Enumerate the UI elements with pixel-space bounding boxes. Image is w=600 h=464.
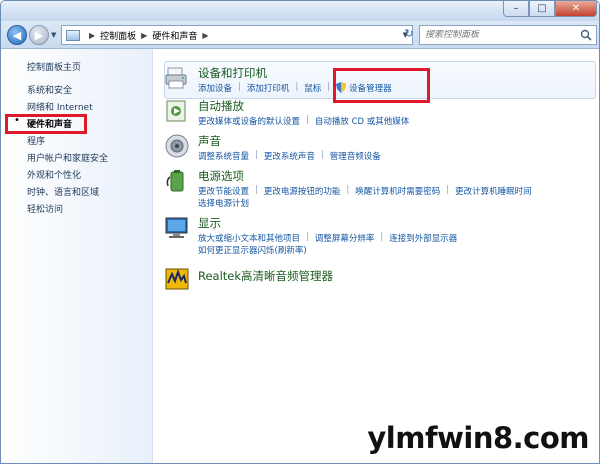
category-title[interactable]: 电源选项 <box>198 168 244 184</box>
window-buttons: – □ ✕ <box>503 1 597 17</box>
link-wake-password[interactable]: 唤醒计算机时需要密码 <box>355 185 440 197</box>
refresh-icon[interactable]: ↻ <box>401 27 417 43</box>
category-title[interactable]: 自动播放 <box>198 98 244 114</box>
watermark-text: ylmfwin8.com <box>367 421 589 455</box>
link-manage-audio[interactable]: 管理音频设备 <box>330 150 381 162</box>
sidebar-item-ease-of-access[interactable]: 轻松访问 <box>27 202 63 215</box>
highlight-box-sidebar <box>5 114 87 134</box>
category-title[interactable]: 声音 <box>198 133 221 149</box>
link-power-saving[interactable]: 更改节能设置 <box>198 185 249 197</box>
monitor-icon <box>165 217 188 238</box>
printer-icon <box>165 67 187 89</box>
main-content: 设备和打印机 添加设备 | 添加打印机 | 鼠标 | 设备管理器 自动播放 更改… <box>154 49 599 463</box>
link-refresh-rate[interactable]: 如何更正显示器闪烁(刷新率) <box>198 244 307 256</box>
link-change-sounds[interactable]: 更改系统声音 <box>264 150 315 162</box>
sidebar-item-network[interactable]: 网络和 Internet <box>27 100 93 113</box>
link-change-media-defaults[interactable]: 更改媒体或设备的默认设置 <box>198 115 300 127</box>
link-choose-power-plan[interactable]: 选择电源计划 <box>198 197 249 209</box>
control-panel-folder-icon <box>66 29 80 41</box>
control-panel-window: – □ ✕ ◀ ▶ ▼ ▶ 控制面板 ▶ 硬件和声音 ▶ ▼ ↻ 控制面板主页 … <box>0 0 600 464</box>
sidebar: 控制面板主页 系统和安全 网络和 Internet • 硬件和声音 程序 用户帐… <box>1 49 153 463</box>
search-icon[interactable] <box>580 29 592 41</box>
link-external-display[interactable]: 连接到外部显示器 <box>389 232 457 244</box>
link-screen-resolution[interactable]: 调整屏幕分辨率 <box>315 232 375 244</box>
category-links: 调整系统音量 | 更改系统声音 | 管理音频设备 <box>198 150 381 162</box>
search-box[interactable] <box>419 25 597 45</box>
breadcrumb-control-panel[interactable]: 控制面板 <box>100 29 136 42</box>
sidebar-item-home[interactable]: 控制面板主页 <box>27 60 81 73</box>
breadcrumb-separator-icon[interactable]: ▶ <box>89 31 95 40</box>
breadcrumb-separator-icon[interactable]: ▶ <box>141 31 147 40</box>
category-links: 更改媒体或设备的默认设置 | 自动播放 CD 或其他媒体 <box>198 115 410 127</box>
breadcrumb-hardware-sound[interactable]: 硬件和声音 <box>152 29 197 42</box>
link-add-printer[interactable]: 添加打印机 <box>247 82 290 94</box>
sidebar-item-appearance[interactable]: 外观和个性化 <box>27 168 81 181</box>
category-title[interactable]: 设备和打印机 <box>198 65 267 81</box>
link-sleep-time[interactable]: 更改计算机睡眠时间 <box>455 185 532 197</box>
link-zoom-text[interactable]: 放大或缩小文本和其他项目 <box>198 232 300 244</box>
sidebar-item-clock-region[interactable]: 时钟、语言和区域 <box>27 185 99 198</box>
category-title[interactable]: Realtek高清晰音频管理器 <box>198 268 333 284</box>
battery-icon <box>166 170 184 192</box>
autoplay-icon <box>166 100 186 122</box>
link-adjust-volume[interactable]: 调整系统音量 <box>198 150 249 162</box>
link-add-device[interactable]: 添加设备 <box>198 82 232 94</box>
sidebar-item-system-security[interactable]: 系统和安全 <box>27 83 72 96</box>
category-title[interactable]: 显示 <box>198 215 221 231</box>
recent-pages-dropdown-icon[interactable]: ▼ <box>51 31 56 39</box>
sidebar-item-programs[interactable]: 程序 <box>27 134 45 147</box>
search-input[interactable] <box>425 30 575 40</box>
maximize-button[interactable]: □ <box>529 1 555 17</box>
link-autoplay-cd[interactable]: 自动播放 CD 或其他媒体 <box>315 115 409 127</box>
category-links: 放大或缩小文本和其他项目 | 调整屏幕分辨率 | 连接到外部显示器 <box>198 232 458 244</box>
address-bar[interactable]: ▶ 控制面板 ▶ 硬件和声音 ▶ ▼ <box>61 25 413 45</box>
highlight-box-device-manager <box>333 68 430 103</box>
title-bar: – □ ✕ <box>1 1 599 21</box>
category-links: 更改节能设置 | 更改电源按钮的功能 | 唤醒计算机时需要密码 | 更改计算机睡… <box>198 185 532 197</box>
close-button[interactable]: ✕ <box>555 1 597 17</box>
link-mouse[interactable]: 鼠标 <box>304 82 321 94</box>
speaker-icon <box>165 134 189 158</box>
back-button[interactable]: ◀ <box>7 25 27 45</box>
navigation-bar: ◀ ▶ ▼ ▶ 控制面板 ▶ 硬件和声音 ▶ ▼ ↻ <box>1 21 599 49</box>
link-power-button[interactable]: 更改电源按钮的功能 <box>264 185 341 197</box>
realtek-audio-icon <box>165 268 189 290</box>
minimize-button[interactable]: – <box>503 1 529 17</box>
forward-button[interactable]: ▶ <box>29 25 49 45</box>
sidebar-item-user-accounts[interactable]: 用户帐户和家庭安全 <box>27 151 108 164</box>
breadcrumb-separator-icon[interactable]: ▶ <box>202 31 208 40</box>
